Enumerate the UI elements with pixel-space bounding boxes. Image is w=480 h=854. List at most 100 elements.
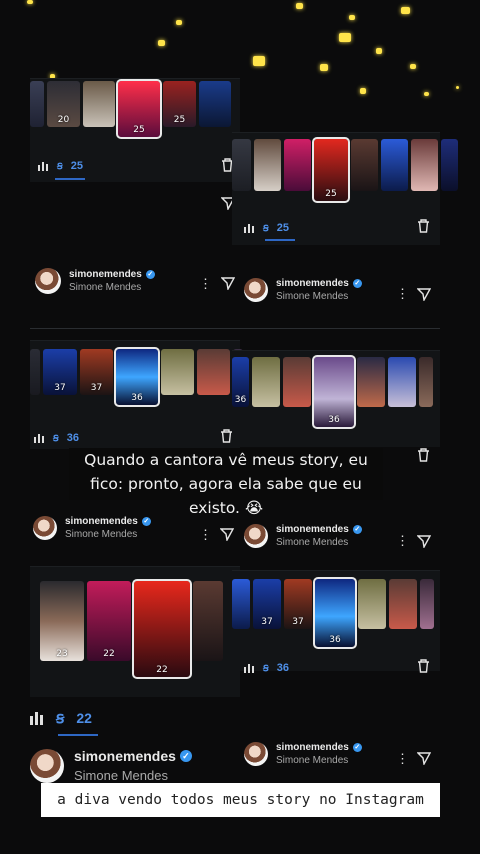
- avatar[interactable]: [244, 278, 268, 302]
- more-vertical-icon[interactable]: ⋮: [396, 286, 409, 302]
- trash-icon[interactable]: [417, 659, 430, 673]
- username: simonemendes: [74, 748, 176, 764]
- story-thumbnail-selected[interactable]: 36: [313, 577, 357, 649]
- story-panel-6: 37 37 36 ꞩ 36: [232, 570, 440, 674]
- divider: [30, 328, 440, 329]
- verified-badge-icon: ✓: [352, 525, 362, 534]
- story-thumbnail[interactable]: [283, 357, 311, 407]
- display-name: Simone Mendes: [276, 537, 349, 548]
- view-count: 25: [70, 159, 83, 172]
- username: simonemendes: [276, 524, 349, 535]
- story-thumbnail[interactable]: 37: [284, 579, 312, 629]
- story-thumbnail[interactable]: 20: [47, 81, 80, 127]
- bar-chart-icon: [38, 161, 48, 171]
- profile-row[interactable]: simonemendes ✓ Simone Mendes: [244, 278, 362, 302]
- story-thumbnail[interactable]: [197, 349, 230, 395]
- story-thumbnail[interactable]: 37: [80, 349, 113, 395]
- bar-chart-icon: [244, 223, 254, 233]
- avatar[interactable]: [244, 742, 268, 766]
- view-count: 36: [276, 661, 289, 674]
- story-panel-1: 20 25 25 ꞩ 25: [30, 78, 240, 182]
- viewers-icon: ꞩ: [263, 222, 269, 234]
- story-thumbnail[interactable]: [420, 579, 434, 629]
- story-thumbnail[interactable]: 22: [87, 581, 131, 661]
- viewers-icon: ꞩ: [263, 662, 269, 674]
- story-thumbnail[interactable]: [357, 357, 385, 407]
- verified-badge-icon: ✓: [145, 270, 155, 279]
- story-thumbnail[interactable]: [193, 581, 223, 661]
- bar-chart-icon: [30, 712, 43, 725]
- story-thumbnail[interactable]: [232, 139, 251, 191]
- username: simonemendes: [69, 269, 142, 280]
- send-icon[interactable]: [417, 752, 431, 765]
- story-thumbnail[interactable]: [351, 139, 378, 191]
- story-thumbnail-selected[interactable]: 36: [312, 355, 356, 429]
- send-icon[interactable]: [417, 535, 431, 548]
- story-thumbnail[interactable]: 25: [163, 81, 196, 127]
- story-thumbnail-selected[interactable]: 36: [114, 347, 160, 407]
- trash-icon[interactable]: [417, 219, 430, 233]
- story-thumbnail-selected[interactable]: 25: [312, 137, 350, 203]
- story-thumbnail[interactable]: [232, 579, 250, 629]
- avatar[interactable]: [244, 524, 268, 548]
- verified-badge-icon: ✓: [352, 279, 362, 288]
- story-thumbnail[interactable]: 36: [232, 357, 249, 407]
- viewers-icon: ꞩ: [56, 710, 65, 727]
- avatar[interactable]: [35, 268, 61, 294]
- story-thumbnail[interactable]: [358, 579, 386, 629]
- story-thumbnail[interactable]: [411, 139, 438, 191]
- more-vertical-icon[interactable]: ⋮: [396, 751, 409, 767]
- stats-tab-underline: [265, 239, 295, 241]
- verified-badge-icon: ✓: [141, 517, 151, 526]
- profile-row[interactable]: simonemendes ✓ Simone Mendes: [33, 516, 151, 540]
- story-thumbnail[interactable]: [284, 139, 311, 191]
- avatar[interactable]: [33, 516, 57, 540]
- send-icon[interactable]: [221, 277, 235, 290]
- bar-chart-icon: [34, 433, 44, 443]
- verified-badge-icon: ✓: [179, 750, 192, 762]
- more-vertical-icon[interactable]: ⋮: [396, 533, 409, 549]
- story-thumbnail[interactable]: [381, 139, 408, 191]
- send-icon[interactable]: [417, 288, 431, 301]
- caption-text: a diva vendo todos meus story no Instagr…: [41, 783, 440, 817]
- story-thumbnail[interactable]: 23: [40, 581, 84, 661]
- send-icon[interactable]: [220, 528, 234, 541]
- view-count: 36: [66, 431, 79, 444]
- story-thumbnail[interactable]: [161, 349, 194, 395]
- profile-row[interactable]: simonemendes ✓ Simone Mendes: [35, 268, 155, 294]
- trash-icon[interactable]: [417, 448, 430, 462]
- story-thumbnail[interactable]: 37: [253, 579, 281, 629]
- story-thumbnail[interactable]: [254, 139, 281, 191]
- avatar[interactable]: [30, 748, 64, 783]
- story-thumbnail[interactable]: [30, 349, 40, 395]
- story-stats[interactable]: ꞩ 36: [34, 431, 79, 444]
- profile-row-large[interactable]: simonemendes ✓ Simone Mendes: [30, 748, 192, 783]
- story-thumbnail[interactable]: [83, 81, 115, 127]
- username: simonemendes: [65, 516, 138, 527]
- story-thumbnail[interactable]: [388, 357, 416, 407]
- display-name: Simone Mendes: [276, 291, 349, 302]
- story-thumbnail-selected[interactable]: 22: [132, 579, 192, 679]
- story-thumbnail[interactable]: [419, 357, 433, 407]
- more-vertical-icon[interactable]: ⋮: [199, 527, 212, 543]
- display-name: Simone Mendes: [276, 755, 349, 766]
- view-count: 25: [276, 221, 289, 234]
- story-stats[interactable]: ꞩ 25: [38, 159, 83, 172]
- story-stats[interactable]: ꞩ 36: [244, 661, 289, 674]
- story-thumbnail[interactable]: [441, 139, 458, 191]
- story-thumbnail[interactable]: [199, 81, 231, 127]
- story-thumbnail[interactable]: [252, 357, 280, 407]
- story-thumbnail[interactable]: [30, 81, 44, 127]
- story-thumbnail-selected[interactable]: 25: [116, 79, 162, 139]
- story-stats[interactable]: ꞩ 25: [244, 221, 289, 234]
- verified-badge-icon: ✓: [352, 743, 362, 752]
- profile-row[interactable]: simonemendes ✓ Simone Mendes: [244, 524, 362, 548]
- story-panel-4: 36 36: [232, 350, 440, 447]
- story-thumbnail[interactable]: [389, 579, 417, 629]
- story-thumbnail[interactable]: 37: [43, 349, 77, 395]
- story-panel-5: 23 22 22: [30, 566, 240, 697]
- story-stats-large[interactable]: ꞩ 22: [30, 708, 92, 728]
- profile-row[interactable]: simonemendes ✓ Simone Mendes: [244, 742, 362, 766]
- bar-chart-icon: [244, 663, 254, 673]
- more-vertical-icon[interactable]: ⋮: [199, 276, 212, 292]
